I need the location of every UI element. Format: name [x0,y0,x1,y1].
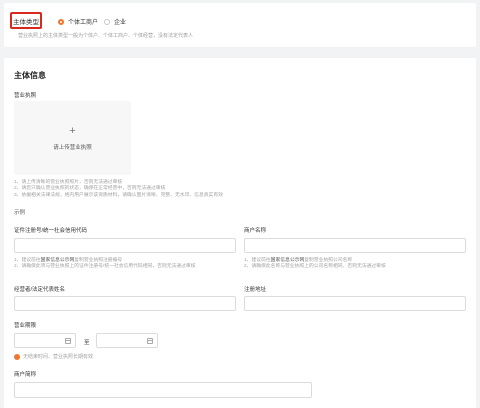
entity-type-hint: 营业执照上的主体类型一般为个体户、个体工商户、个体经营，没有法定代表人 [18,33,194,39]
end-date-input[interactable] [96,333,158,348]
upload-text: 请上传营业执照 [53,145,92,151]
radio-individual-label: 个体工商户 [68,20,99,26]
merchant-name-notes: 1、建议前往国家信息公示网复制营业执照公司名称 2、请确保此名称与营业执照上的公… [244,258,386,271]
merchant-name-input[interactable] [244,238,466,253]
radio-enterprise[interactable]: 企业 [104,17,126,26]
info-publicity-link[interactable]: 国家信息公示网 [271,258,305,263]
business-license-label: 营业执照 [14,93,37,99]
no-expiry-label: 无结束时间、营业执照长期有效 [23,354,94,360]
merchant-abbreviation-label: 商户简称 [14,372,37,378]
checked-icon [14,353,20,360]
note-text: 复制营业执照注册编号 [74,258,123,263]
plus-icon: + [69,125,76,137]
credit-code-input[interactable] [14,238,236,253]
merchant-abbreviation-input[interactable] [14,382,312,398]
section-title: 主体信息 [14,71,46,80]
note-text: 2、请确保此项与营业执照上的证件注册号/统一社会信用代码相同，否则无法通过审核 [14,264,196,270]
start-date-input[interactable] [14,333,76,348]
date-separator: 至 [84,340,90,346]
validity-label: 营业期限 [14,323,37,329]
radio-enterprise-label: 企业 [114,20,127,26]
address-input[interactable] [244,296,466,311]
note-text: 2、请确保此名称与营业执照上的公司名称相同，否则无法通过审核 [244,264,386,270]
example-link[interactable]: 示例 [14,208,25,216]
credit-code-notes: 1、建议前往国家信息公示网复制营业执照注册编号 2、请确保此项与营业执照上的证件… [14,258,196,271]
license-note: 3、依据相关法律法规，格内用户展示该资质材料，请确认图片清晰、完整、无水印、信息… [14,192,223,198]
radio-unselected-icon [104,18,110,25]
note-text: 1、建议前往 [244,258,271,263]
calendar-icon [147,337,153,344]
note-text: 1、建议前往 [14,258,41,263]
entity-type-card: 主体类型 个体工商户 企业 营业执照上的主体类型一般为个体户、个体工商户、个体经… [4,3,476,47]
note-text: 复制营业执照公司名称 [304,258,353,263]
license-upload-box[interactable]: + 请上传营业执照 [14,101,131,175]
operator-name-input[interactable] [14,296,236,311]
operator-name-label: 经营者/法定代表姓名 [14,287,66,293]
address-label: 注册地址 [244,287,267,293]
credit-code-label: 证件注册号/统一社会信用代码 [14,228,88,234]
info-publicity-link[interactable]: 国家信息公示网 [41,258,75,263]
no-expiry-checkbox[interactable]: 无结束时间、营业执照长期有效 [14,353,93,360]
radio-individual-business[interactable]: 个体工商户 [58,17,98,26]
entity-type-label: 主体类型 [10,12,42,29]
merchant-name-label: 商户名称 [244,228,267,234]
radio-selected-icon [58,18,64,25]
calendar-icon [65,337,71,344]
license-notes: 1、请上传清晰的营业执照照片，否则无法通过审核 2、请您只确认营业执照的状态，确… [14,180,223,199]
